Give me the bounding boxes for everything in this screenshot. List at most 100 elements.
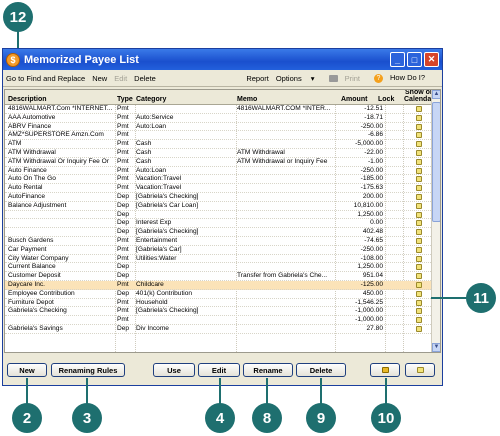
col-type[interactable]: Type	[117, 96, 133, 103]
cell-description: 4816WALMART.Com *INTERNET...	[8, 105, 113, 112]
calendar-icon[interactable]	[416, 193, 422, 200]
delete-menu[interactable]: Delete	[134, 74, 156, 83]
scroll-up-arrow-icon[interactable]: ▲	[432, 90, 440, 99]
calendar-icon[interactable]	[416, 299, 422, 306]
find-replace-menu[interactable]: Go to Find and Replace	[6, 74, 85, 83]
new-menu[interactable]: New	[92, 74, 107, 83]
table-row[interactable]: Dep [Gabriela's Checking] 402.48	[5, 228, 433, 237]
lock-button[interactable]	[370, 363, 400, 377]
calendar-icon[interactable]	[416, 308, 422, 315]
cell-type: Pmt	[117, 105, 129, 112]
col-amount[interactable]: Amount	[341, 96, 367, 103]
table-row[interactable]: Auto Finance Pmt Auto:Loan -250.00	[5, 167, 433, 176]
cell-type: Pmt	[117, 236, 129, 244]
calendar-icon[interactable]	[416, 141, 422, 148]
how-do-i-menu[interactable]: ? How Do I?	[373, 73, 432, 83]
calendar-button[interactable]	[405, 363, 435, 377]
table-row[interactable]: ATM Withdrawal Pmt Cash ATM Withdrawal -22.0…	[5, 149, 433, 158]
col-memo[interactable]: Memo	[237, 96, 257, 103]
calendar-icon[interactable]	[416, 202, 422, 209]
edit-button[interactable]: Edit	[198, 363, 240, 377]
calendar-icon[interactable]	[416, 185, 422, 192]
cell-description: Auto Finance	[8, 166, 47, 174]
calendar-icon[interactable]	[416, 106, 422, 112]
edit-menu[interactable]: Edit	[114, 74, 127, 83]
printer-icon	[328, 75, 338, 83]
calendar-icon[interactable]	[416, 167, 422, 174]
table-row[interactable]: ABRV Finance Pmt Auto:Loan -250.00	[5, 123, 433, 132]
calendar-icon[interactable]	[416, 264, 422, 271]
how-do-i-label: How Do I?	[389, 73, 425, 83]
renaming-rules-button[interactable]: Renaming Rules	[51, 363, 125, 377]
table-row[interactable]: Daycare Inc. Pmt Childcare -125.00	[5, 280, 433, 290]
table-row[interactable]: AutoFinance Dep [Gabriela's Checking] 200.0…	[5, 193, 433, 202]
table-row[interactable]: Customer Deposit Dep Transfer from Gabriel…	[5, 272, 433, 281]
col-lock[interactable]: Lock	[378, 96, 394, 103]
options-menu[interactable]: Options ▾	[276, 74, 322, 83]
cell-type: Dep	[117, 219, 130, 227]
table-row[interactable]: City Water Company Pmt Utilities:Water -108…	[5, 255, 433, 264]
cell-category: [Gabriela's Car Loan]	[136, 201, 199, 209]
calendar-icon[interactable]	[416, 317, 422, 324]
cell-amount: 1,250.00	[357, 263, 383, 271]
col-description[interactable]: Description	[8, 96, 47, 103]
table-row[interactable]: AAA Automotive Pmt Auto:Service -18.71	[5, 114, 433, 123]
table-row[interactable]: Dep Interest Exp 0.00	[5, 219, 433, 229]
use-button[interactable]: Use	[153, 363, 195, 377]
cell-type: Pmt	[117, 175, 129, 183]
table-row[interactable]: Dep 1,250.00	[5, 211, 433, 220]
table-row[interactable]: Pmt -1,000.00	[5, 316, 433, 325]
calendar-icon[interactable]	[416, 220, 422, 227]
table-row[interactable]: Gabriela's Savings Dep Div Income 27.80	[5, 325, 433, 334]
payee-table: Description Type Category Memo Amount Lo…	[4, 89, 441, 353]
help-icon: ?	[373, 73, 383, 83]
cell-type: Pmt	[117, 184, 129, 192]
cell-type: Pmt	[117, 298, 129, 306]
scroll-down-arrow-icon[interactable]: ▼	[432, 343, 440, 352]
calendar-icon[interactable]	[416, 158, 422, 165]
cell-category: Vacation:Travel	[136, 184, 182, 192]
table-row[interactable]: Furniture Depot Pmt Household -1,546.25	[5, 299, 433, 308]
new-button[interactable]: New	[7, 363, 47, 377]
table-row[interactable]: Auto Rental Pmt Vacation:Travel -175.63	[5, 184, 433, 193]
close-button[interactable]: ✕	[424, 52, 439, 67]
calendar-icon[interactable]	[416, 281, 422, 288]
calendar-icon[interactable]	[416, 149, 422, 156]
calendar-icon[interactable]	[416, 123, 422, 130]
table-row[interactable]: 4816WALMART.Com *INTERNET... Pmt 4816WALMA…	[5, 105, 433, 114]
table-row[interactable]: Current Balance Dep 1,250.00	[5, 263, 433, 273]
report-menu[interactable]: Report	[246, 74, 269, 83]
calendar-icon[interactable]	[416, 114, 422, 121]
col-calendar-line2[interactable]: Calendar	[404, 96, 434, 103]
table-row[interactable]: Employee Contribution Dep 401(k) Contribut…	[5, 290, 433, 299]
table-row[interactable]: ATM Pmt Cash -5,000.00	[5, 140, 433, 149]
cell-category: Cash	[136, 157, 152, 165]
delete-button[interactable]: Delete	[296, 363, 346, 377]
rename-button[interactable]: Rename	[243, 363, 293, 377]
calendar-icon[interactable]	[416, 325, 422, 332]
table-row[interactable]: AMZ*SUPERSTORE Amzn.Com Pmt -6.86	[5, 131, 433, 141]
calendar-icon[interactable]	[416, 211, 422, 218]
table-row[interactable]: ATM Withdrawal Or Inquiry Fee Or Pmt Cash A…	[5, 158, 433, 167]
calendar-icon[interactable]	[416, 290, 422, 297]
table-row[interactable]: Car Payment Pmt [Gabriela's Car] -250.00	[5, 246, 433, 255]
calendar-icon[interactable]	[416, 246, 422, 253]
calendar-icon[interactable]	[416, 229, 422, 236]
table-row[interactable]: Gabriela's Checking Pmt [Gabriela's Checki…	[5, 307, 433, 317]
callout-10-leader	[385, 378, 387, 404]
calendar-icon[interactable]	[416, 237, 422, 244]
calendar-icon[interactable]	[416, 255, 422, 262]
table-row[interactable]: Busch Gardens Pmt Entertainment -74.65	[5, 237, 433, 246]
minimize-button[interactable]: _	[390, 52, 405, 67]
calendar-icon[interactable]	[416, 273, 422, 280]
col-category[interactable]: Category	[136, 96, 166, 103]
calendar-icon[interactable]	[416, 132, 422, 139]
maximize-button[interactable]: □	[407, 52, 422, 67]
print-menu[interactable]: Print	[328, 74, 367, 83]
scroll-thumb[interactable]	[432, 102, 440, 222]
col-calendar-line1[interactable]: Show on	[405, 90, 434, 96]
calendar-icon[interactable]	[416, 176, 422, 183]
table-row[interactable]: Balance Adjustment Dep [Gabriela's Car Loa…	[5, 202, 433, 211]
table-row[interactable]: Auto On The Go Pmt Vacation:Travel -185.00	[5, 175, 433, 185]
vertical-scrollbar[interactable]: ▲ ▼	[431, 90, 440, 352]
